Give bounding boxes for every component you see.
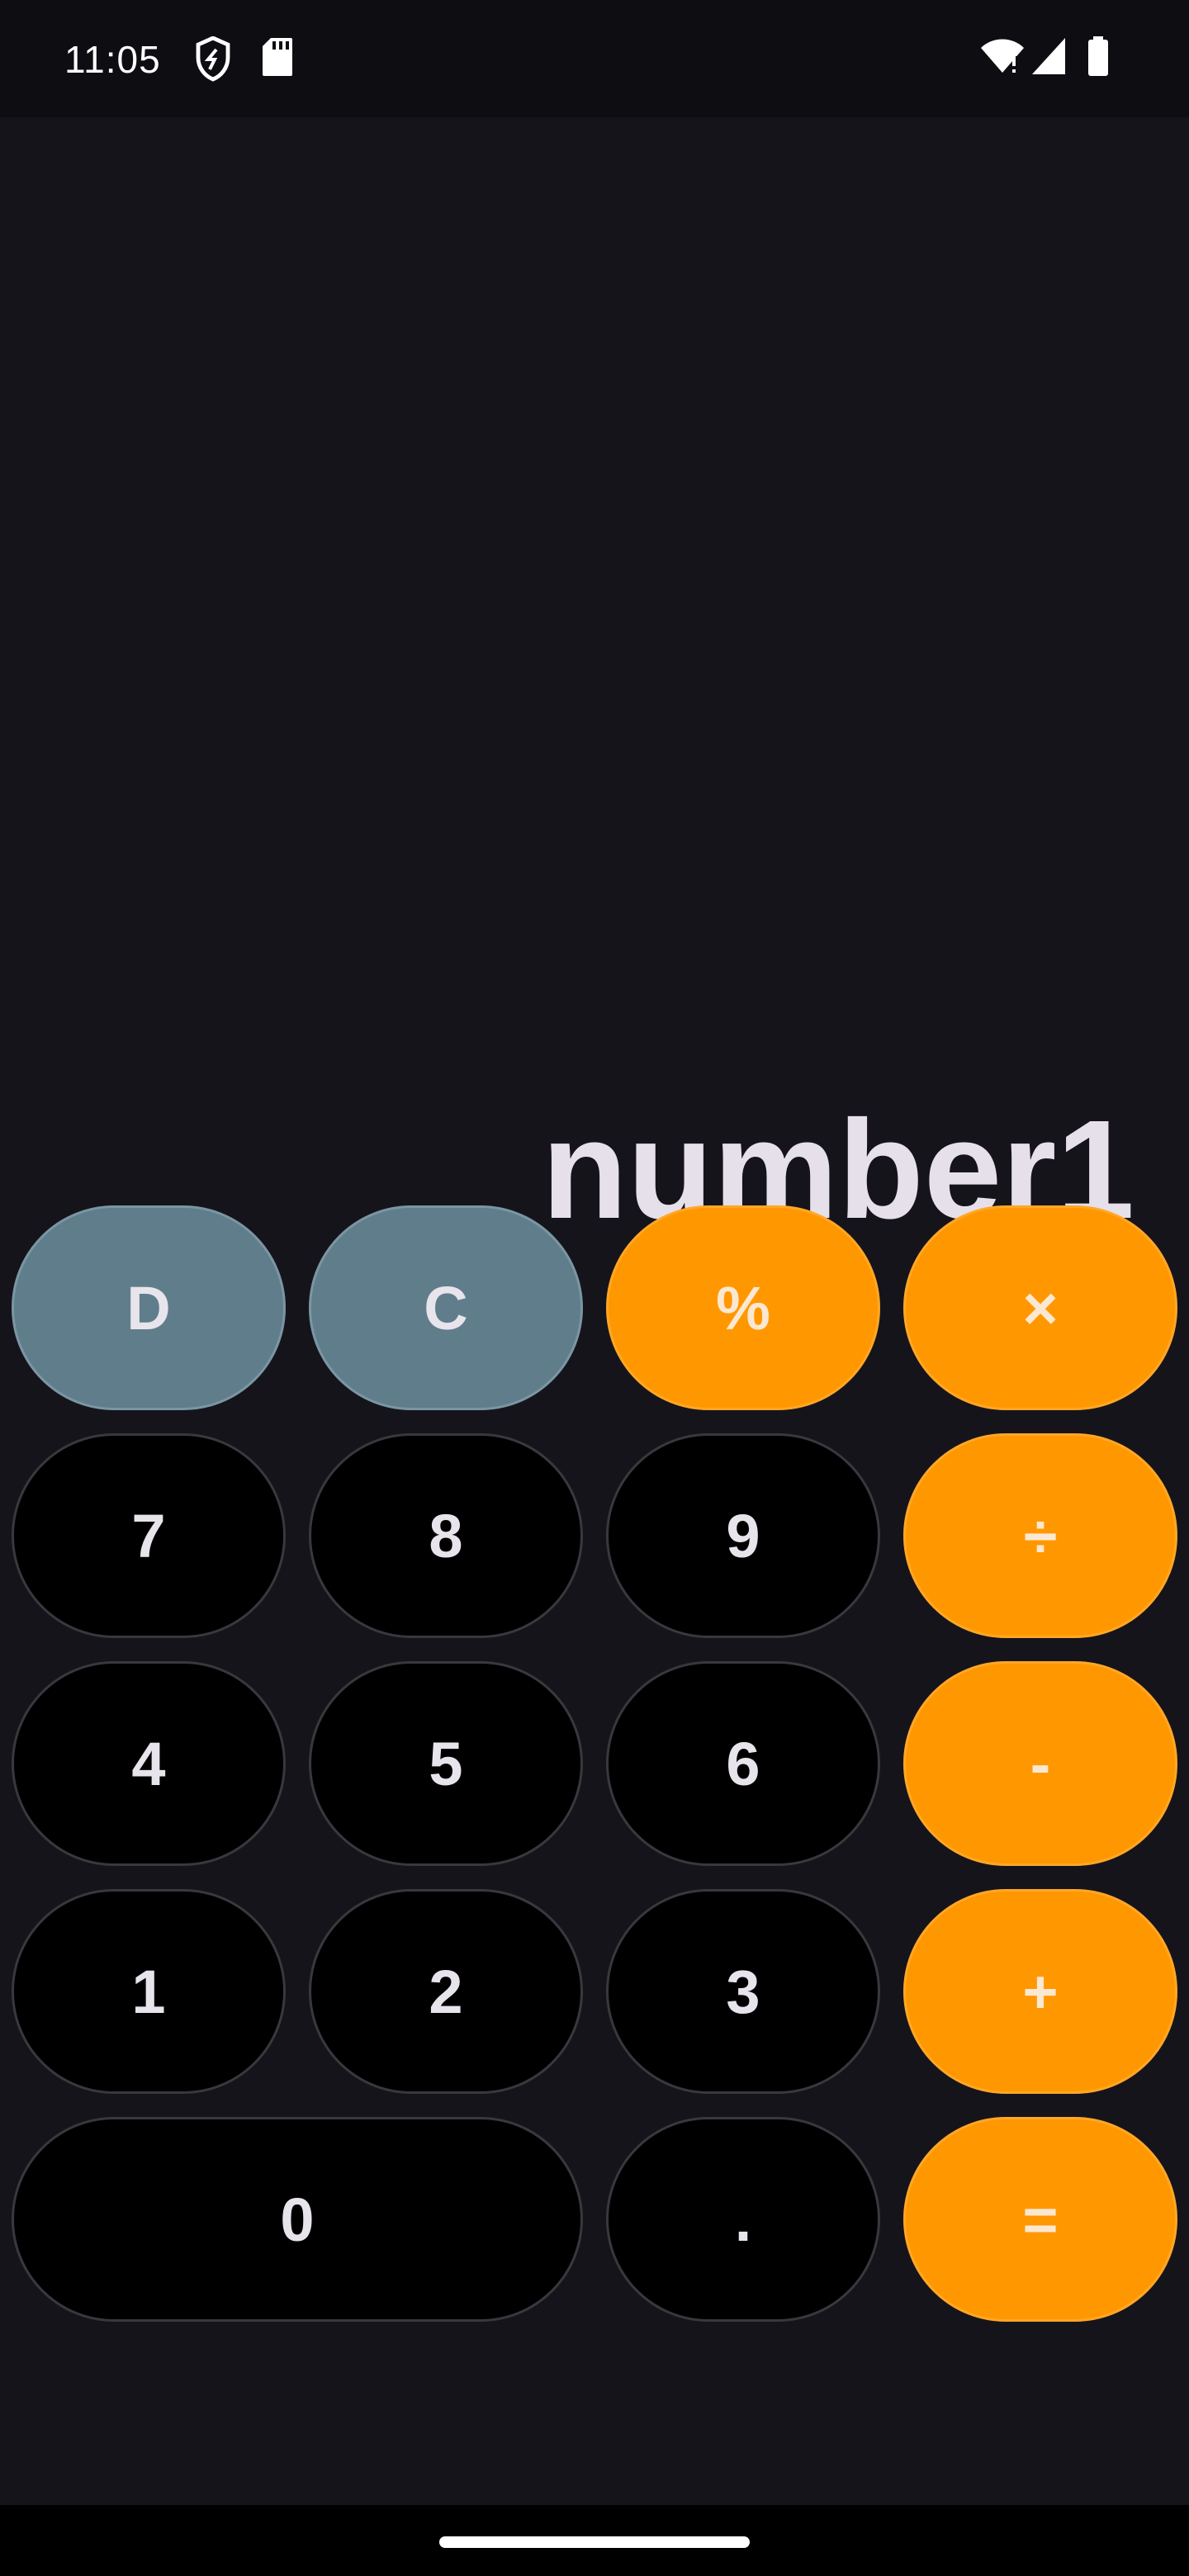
home-gesture-handle[interactable] [439,2536,750,2548]
digit-9-button[interactable]: 9 [606,1433,880,1638]
delete-button[interactable]: D [12,1205,286,1410]
multiply-button[interactable]: × [903,1205,1177,1410]
divide-button[interactable]: ÷ [903,1433,1177,1638]
digit-8-button[interactable]: 8 [309,1433,583,1638]
status-bar: 11:05 [0,0,1189,117]
digit-3-button[interactable]: 3 [606,1889,880,2094]
battery-icon [1087,36,1110,83]
navigation-bar [0,2505,1189,2576]
digit-7-button[interactable]: 7 [12,1433,286,1638]
wifi-icon [979,36,1026,83]
digit-2-button[interactable]: 2 [309,1889,583,2094]
digit-1-button[interactable]: 1 [12,1889,286,2094]
digit-5-button[interactable]: 5 [309,1661,583,1866]
sd-card-icon [261,36,294,83]
signal-icon [1030,36,1067,83]
percent-button[interactable]: % [606,1205,880,1410]
subtract-button[interactable]: - [903,1661,1177,1866]
clear-button[interactable]: C [309,1205,583,1410]
digit-0-button[interactable]: 0 [12,2117,583,2322]
decimal-button[interactable]: . [606,2117,880,2322]
shield-icon [195,36,231,83]
add-button[interactable]: + [903,1889,1177,2094]
equals-button[interactable]: = [903,2117,1177,2322]
digit-4-button[interactable]: 4 [12,1661,286,1866]
digit-6-button[interactable]: 6 [606,1661,880,1866]
status-time: 11:05 [64,38,161,81]
